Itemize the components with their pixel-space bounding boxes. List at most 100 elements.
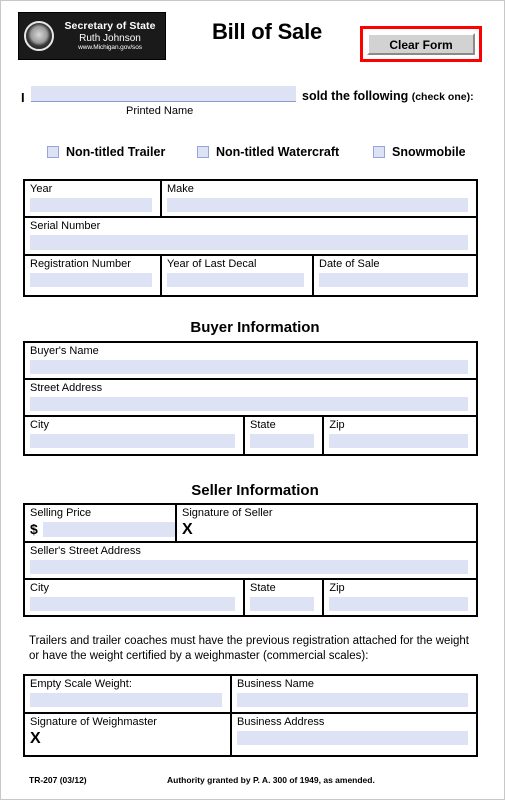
weighmaster-table: Empty Scale Weight: Business Name Signat… bbox=[23, 674, 478, 757]
checkbox-non-titled-watercraft[interactable] bbox=[197, 146, 209, 158]
cell-buyer-state: State bbox=[243, 417, 322, 454]
input-buyer-zip[interactable] bbox=[329, 434, 468, 448]
logo-line-agency: Secretary of State bbox=[64, 19, 156, 32]
cell-seller-street-address: Seller's Street Address bbox=[25, 543, 476, 578]
cell-empty-scale-weight: Empty Scale Weight: bbox=[25, 676, 230, 712]
cell-business-address: Business Address bbox=[230, 714, 476, 755]
signature-x-mark-seller: X bbox=[182, 521, 193, 538]
input-year[interactable] bbox=[30, 198, 152, 212]
label-date-of-sale: Date of Sale bbox=[319, 258, 380, 270]
table-row-selling-price-signature: Selling Price $ Signature of Seller X bbox=[25, 505, 476, 543]
cell-year: Year bbox=[25, 181, 160, 216]
table-row-buyer-city-state-zip: City State Zip bbox=[25, 417, 476, 454]
form-code: TR-207 (03/12) bbox=[29, 775, 87, 785]
label-seller-street-address: Seller's Street Address bbox=[30, 545, 141, 557]
checkbox-snowmobile[interactable] bbox=[373, 146, 385, 158]
input-buyer-street-address[interactable] bbox=[30, 397, 468, 411]
input-business-address[interactable] bbox=[237, 731, 468, 745]
label-buyer-state: State bbox=[250, 419, 276, 431]
label-selling-price: Selling Price bbox=[30, 507, 92, 519]
checkbox-label-non-titled-watercraft: Non-titled Watercraft bbox=[216, 145, 340, 159]
state-seal-icon bbox=[24, 21, 54, 51]
table-row-empty-scale-weight: Empty Scale Weight: Business Name bbox=[25, 676, 476, 714]
signature-x-mark-weighmaster: X bbox=[30, 730, 41, 747]
clear-form-highlight: Clear Form bbox=[360, 26, 482, 62]
input-buyer-name[interactable] bbox=[30, 360, 468, 374]
secretary-of-state-logo: Secretary of State Ruth Johnson www.Mich… bbox=[18, 12, 166, 60]
checkbox-item-snowmobile[interactable]: Snowmobile bbox=[369, 143, 466, 161]
cell-buyer-city: City bbox=[25, 417, 243, 454]
input-seller-zip[interactable] bbox=[329, 597, 468, 611]
label-buyer-street-address: Street Address bbox=[30, 382, 103, 394]
label-buyer-name: Buyer's Name bbox=[30, 345, 99, 357]
cell-buyer-zip: Zip bbox=[322, 417, 476, 454]
cell-buyer-name: Buyer's Name bbox=[25, 343, 476, 378]
checkbox-non-titled-trailer[interactable] bbox=[47, 146, 59, 158]
label-year-of-last-decal: Year of Last Decal bbox=[167, 258, 257, 270]
table-row-year-make: Year Make bbox=[25, 181, 476, 218]
input-make[interactable] bbox=[167, 198, 468, 212]
checkbox-label-snowmobile: Snowmobile bbox=[392, 145, 466, 159]
label-registration-number: Registration Number bbox=[30, 258, 131, 270]
table-row-buyer-name: Buyer's Name bbox=[25, 343, 476, 380]
label-seller-city: City bbox=[30, 582, 49, 594]
label-serial-number: Serial Number bbox=[30, 220, 101, 232]
table-row-serial-number: Serial Number bbox=[25, 218, 476, 256]
printed-name-input[interactable] bbox=[31, 86, 296, 102]
label-make: Make bbox=[167, 183, 194, 195]
table-row-weighmaster-signature: Signature of Weighmaster X Business Addr… bbox=[25, 714, 476, 755]
label-year: Year bbox=[30, 183, 53, 195]
input-year-of-last-decal[interactable] bbox=[167, 273, 304, 287]
selling-price-entry: $ bbox=[30, 522, 175, 537]
input-empty-scale-weight[interactable] bbox=[30, 693, 222, 707]
table-row-buyer-street-address: Street Address bbox=[25, 380, 476, 417]
label-business-address: Business Address bbox=[237, 716, 325, 728]
cell-selling-price: Selling Price $ bbox=[25, 505, 175, 541]
checkbox-item-non-titled-watercraft[interactable]: Non-titled Watercraft bbox=[193, 143, 339, 161]
label-signature-of-seller: Signature of Seller bbox=[182, 507, 273, 519]
property-type-checkbox-group: Non-titled Trailer Non-titled Watercraft… bbox=[21, 143, 489, 163]
form-header: Secretary of State Ruth Johnson www.Mich… bbox=[1, 1, 504, 71]
checkbox-label-non-titled-trailer: Non-titled Trailer bbox=[66, 145, 166, 159]
cell-seller-city: City bbox=[25, 580, 243, 615]
cell-make: Make bbox=[160, 181, 476, 216]
input-date-of-sale[interactable] bbox=[319, 273, 468, 287]
currency-symbol: $ bbox=[30, 521, 38, 537]
cell-seller-state: State bbox=[243, 580, 322, 615]
statement-i-label: I bbox=[21, 90, 25, 105]
buyer-section-heading: Buyer Information bbox=[190, 319, 320, 336]
input-seller-city[interactable] bbox=[30, 597, 236, 611]
input-seller-state[interactable] bbox=[250, 597, 315, 611]
cell-year-of-last-decal: Year of Last Decal bbox=[160, 256, 312, 295]
clear-form-button[interactable]: Clear Form bbox=[367, 33, 475, 55]
label-seller-state: State bbox=[250, 582, 276, 594]
authority-statement: Authority granted by P. A. 300 of 1949, … bbox=[167, 775, 375, 785]
seller-section-heading: Seller Information bbox=[191, 482, 319, 499]
cell-registration-number: Registration Number bbox=[25, 256, 160, 295]
input-buyer-city[interactable] bbox=[30, 434, 236, 448]
label-empty-scale-weight: Empty Scale Weight: bbox=[30, 678, 132, 690]
page-title: Bill of Sale bbox=[211, 19, 323, 44]
input-serial-number[interactable] bbox=[30, 235, 468, 250]
table-row-seller-street-address: Seller's Street Address bbox=[25, 543, 476, 580]
table-row-registration: Registration Number Year of Last Decal D… bbox=[25, 256, 476, 295]
label-signature-of-weighmaster: Signature of Weighmaster bbox=[30, 716, 157, 728]
cell-signature-of-weighmaster: Signature of Weighmaster X bbox=[25, 714, 230, 755]
input-selling-price[interactable] bbox=[42, 522, 175, 537]
statement-tail-bold: sold the following bbox=[302, 89, 412, 103]
table-row-seller-city-state-zip: City State Zip bbox=[25, 580, 476, 615]
logo-line-website: www.Michigan.gov/sos bbox=[78, 43, 142, 51]
label-seller-zip: Zip bbox=[329, 582, 345, 594]
input-business-name[interactable] bbox=[237, 693, 468, 707]
statement-check-one: (check one): bbox=[411, 91, 474, 103]
logo-text-block: Secretary of State Ruth Johnson www.Mich… bbox=[59, 19, 165, 51]
label-business-name: Business Name bbox=[237, 678, 315, 690]
input-registration-number[interactable] bbox=[30, 273, 152, 287]
label-buyer-city: City bbox=[30, 419, 49, 431]
input-buyer-state[interactable] bbox=[250, 434, 315, 448]
weighmaster-instruction-text: Trailers and trailer coaches must have t… bbox=[29, 635, 469, 662]
cell-signature-of-seller: Signature of Seller X bbox=[175, 505, 476, 541]
cell-seller-zip: Zip bbox=[322, 580, 476, 615]
checkbox-item-non-titled-trailer[interactable]: Non-titled Trailer bbox=[43, 143, 165, 161]
input-seller-street-address[interactable] bbox=[30, 560, 468, 574]
